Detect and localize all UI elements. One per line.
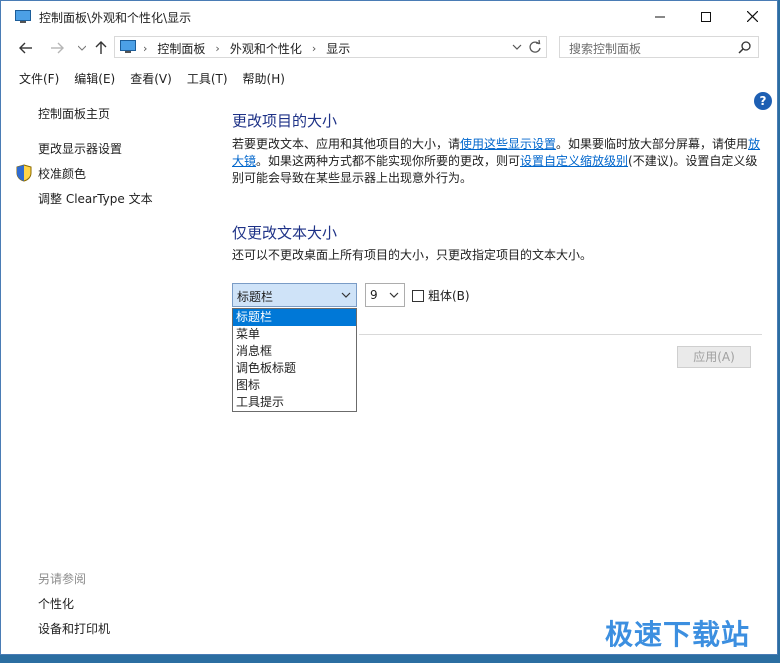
- breadcrumb-separator-icon: ›: [311, 42, 317, 55]
- arrow-right-icon: [51, 42, 64, 54]
- help-icon[interactable]: ?: [754, 92, 772, 110]
- recent-locations-button[interactable]: [73, 39, 91, 57]
- window-title: 控制面板\外观和个性化\显示: [39, 11, 192, 25]
- see-also-label: 另请参阅: [38, 572, 87, 586]
- breadcrumb-display[interactable]: 显示: [326, 40, 350, 57]
- item-select-value: 标题栏: [237, 290, 274, 304]
- item-dropdown-list[interactable]: 标题栏 菜单 消息框 调色板标题 图标 工具提示: [232, 308, 357, 412]
- menu-file[interactable]: 文件(F): [19, 69, 59, 89]
- watermark: 极速下载站: [605, 618, 751, 651]
- option-menu[interactable]: 菜单: [233, 326, 356, 343]
- back-button[interactable]: [17, 39, 35, 57]
- chevron-down-icon: [388, 289, 400, 304]
- left-pane: 控制面板主页 更改显示器设置 校准颜色 调整 ClearType 文本 另请参阅…: [1, 96, 211, 651]
- maximize-icon: [701, 11, 711, 22]
- title-bar: 控制面板\外观和个性化\显示: [1, 1, 777, 32]
- item-select[interactable]: 标题栏: [232, 283, 357, 307]
- option-icon[interactable]: 图标: [233, 377, 356, 394]
- font-size-select[interactable]: 9: [365, 283, 405, 307]
- search-input[interactable]: 搜索控制面板: [559, 36, 759, 58]
- arrow-up-icon: [95, 41, 107, 54]
- refresh-button[interactable]: [528, 39, 542, 58]
- section-divider: [359, 334, 762, 335]
- option-message-box[interactable]: 消息框: [233, 343, 356, 360]
- maximize-button[interactable]: [683, 1, 729, 32]
- custom-scaling-link[interactable]: 设置自定义缩放级别: [520, 154, 628, 168]
- font-size-value: 9: [370, 288, 378, 302]
- bold-checkbox-label: 粗体(B): [428, 289, 470, 303]
- menu-help[interactable]: 帮助(H): [243, 69, 285, 89]
- address-bar[interactable]: › 控制面板 › 外观和个性化 › 显示: [114, 36, 547, 58]
- up-button[interactable]: [92, 39, 110, 57]
- menu-view[interactable]: 查看(V): [130, 69, 172, 89]
- breadcrumb-separator-icon: ›: [215, 42, 220, 55]
- chevron-down-icon: [512, 44, 522, 50]
- text-size-description: 还可以不更改桌面上所有项目的大小，只更改指定项目的文本大小。: [232, 248, 593, 262]
- devices-printers-link[interactable]: 设备和打印机: [38, 620, 110, 637]
- arrow-left-icon: [19, 42, 32, 54]
- close-button[interactable]: [729, 1, 775, 32]
- change-size-heading: 更改项目的大小: [232, 112, 338, 130]
- menu-tools[interactable]: 工具(T): [187, 69, 228, 89]
- personalization-link[interactable]: 个性化: [38, 595, 74, 612]
- forward-button[interactable]: [48, 39, 66, 57]
- monitor-icon: [120, 40, 136, 57]
- breadcrumb-appearance[interactable]: 外观和个性化: [230, 40, 302, 57]
- display-settings-link[interactable]: 使用这些显示设置: [460, 137, 556, 151]
- shield-icon: [16, 164, 32, 185]
- breadcrumb-control-panel[interactable]: 控制面板: [157, 40, 205, 57]
- option-title-bar[interactable]: 标题栏: [233, 309, 356, 326]
- calibrate-color-link[interactable]: 校准颜色: [38, 165, 86, 182]
- option-palette-title[interactable]: 调色板标题: [233, 360, 356, 377]
- change-display-settings-link[interactable]: 更改显示器设置: [38, 140, 122, 157]
- apply-button[interactable]: 应用(A): [677, 346, 751, 368]
- minimize-icon: [655, 16, 665, 17]
- navigation-row: › 控制面板 › 外观和个性化 › 显示 搜索控制面板: [1, 35, 777, 61]
- change-size-description: 若要更改文本、应用和其他项目的大小，请使用这些显示设置。如果要临时放大部分屏幕，…: [232, 137, 761, 185]
- control-panel-window: 控制面板\外观和个性化\显示 › 控制面板 › 外观和个性化 › 显示 搜索控制…: [0, 0, 778, 655]
- cleartype-link[interactable]: 调整 ClearType 文本: [38, 190, 153, 207]
- search-icon: [738, 41, 751, 57]
- chevron-down-icon: [78, 45, 86, 51]
- refresh-icon: [529, 39, 541, 53]
- minimize-button[interactable]: [637, 1, 683, 32]
- search-placeholder: 搜索控制面板: [569, 42, 642, 56]
- chevron-down-icon: [340, 289, 352, 304]
- bold-checkbox[interactable]: 粗体(B): [412, 287, 470, 304]
- menu-bar: 文件(F) 编辑(E) 查看(V) 工具(T) 帮助(H): [1, 69, 285, 89]
- breadcrumb-separator-icon: ›: [143, 42, 148, 55]
- monitor-icon: [15, 10, 31, 27]
- checkbox-box[interactable]: [412, 289, 424, 302]
- text-size-heading: 仅更改文本大小: [232, 224, 338, 242]
- close-icon: [746, 11, 758, 22]
- menu-edit[interactable]: 编辑(E): [74, 69, 115, 89]
- option-tooltip[interactable]: 工具提示: [233, 394, 356, 411]
- address-history-button[interactable]: [512, 40, 522, 57]
- control-panel-home-link[interactable]: 控制面板主页: [38, 105, 110, 122]
